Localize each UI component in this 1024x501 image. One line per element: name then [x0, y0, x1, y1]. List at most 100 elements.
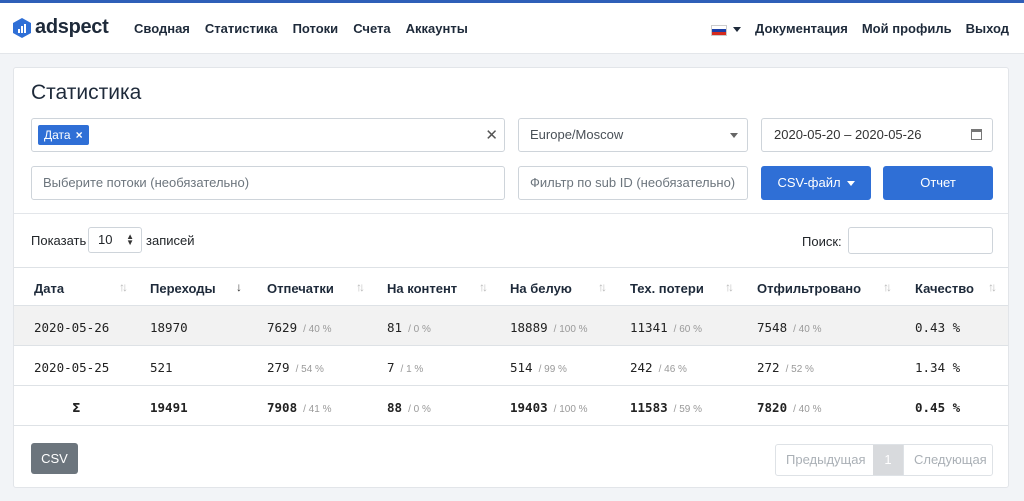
- search-input[interactable]: [848, 227, 993, 254]
- percent: / 100 %: [553, 404, 588, 415]
- nav-item-docs[interactable]: Документация: [755, 21, 848, 36]
- close-icon[interactable]: ✕: [485, 126, 498, 144]
- nav-item-profile[interactable]: Мой профиль: [862, 21, 952, 36]
- prev-page-button[interactable]: Предыдущая: [776, 445, 873, 475]
- nav-item-flows[interactable]: Потоки: [293, 21, 339, 36]
- percent: / 52 %: [785, 364, 814, 375]
- flows-placeholder: Выберите потоки (необязательно): [43, 175, 250, 190]
- value: 272: [757, 360, 780, 375]
- chevron-down-icon: [730, 133, 738, 138]
- main-nav: Сводная Статистика Потоки Счета Аккаунты: [134, 21, 483, 36]
- next-page-button[interactable]: Следующая: [903, 445, 992, 475]
- col-content[interactable]: На контент: [387, 281, 457, 296]
- percent: / 100 %: [553, 324, 588, 335]
- col-quality[interactable]: Качество: [915, 281, 974, 296]
- navbar: adspect Сводная Статистика Потоки Счета …: [0, 3, 1024, 54]
- cell-white: 18889 / 100 %: [510, 320, 588, 335]
- value: 7820: [757, 400, 788, 415]
- sort-icon[interactable]: ↑↓: [479, 280, 488, 294]
- sort-icon[interactable]: ↑↓: [725, 280, 734, 294]
- percent: / 59 %: [673, 404, 702, 415]
- nav-item-summary[interactable]: Сводная: [134, 21, 190, 36]
- col-clicks[interactable]: Переходы: [150, 281, 216, 296]
- nav-item-invoices[interactable]: Счета: [353, 21, 390, 36]
- percent: / 0 %: [408, 324, 431, 335]
- value: 81: [387, 320, 403, 335]
- sort-icon[interactable]: ↑↓: [883, 280, 892, 294]
- timezone-select[interactable]: Europe/Moscow: [518, 118, 748, 152]
- total-filtered: 7820 / 40 %: [757, 400, 821, 415]
- col-filtered[interactable]: Отфильтровано: [757, 281, 861, 296]
- search-label: Поиск:: [802, 234, 842, 249]
- group-by-field[interactable]: Дата × ✕: [31, 118, 505, 152]
- sort-icon[interactable]: ↑↓: [356, 280, 365, 294]
- sort-icon[interactable]: ↑↓: [119, 280, 128, 294]
- total-quality: 0.45 %: [915, 400, 961, 415]
- col-prints[interactable]: Отпечатки: [267, 281, 334, 296]
- value: 7: [387, 360, 395, 375]
- updown-icon: ▲ ▼: [126, 232, 134, 247]
- csv-label: CSV: [41, 451, 68, 466]
- current-page-button[interactable]: 1: [873, 445, 903, 475]
- cell-clicks: 18970: [150, 320, 188, 335]
- table-row: 2020-05-26 18970 7629 / 40 % 81 / 0 % 1888…: [14, 306, 1008, 346]
- value: 514: [510, 360, 533, 375]
- sort-icon[interactable]: ↑↓: [598, 280, 607, 294]
- nav-item-logout[interactable]: Выход: [966, 21, 1009, 36]
- col-white[interactable]: На белую: [510, 281, 572, 296]
- chevron-down-icon: [846, 181, 855, 187]
- russia-flag-icon[interactable]: [711, 25, 727, 36]
- total-content: 88 / 0 %: [387, 400, 431, 415]
- percent: / 1 %: [400, 364, 424, 375]
- page-size-select[interactable]: 10 ▲ ▼: [88, 227, 142, 253]
- table-header: Дата ↑↓ Переходы ↓ Отпечатки ↑↓ На конте…: [14, 267, 1008, 306]
- total-clicks: 19491: [150, 400, 188, 415]
- cell-quality: 0.43 %: [915, 320, 961, 335]
- cell-white: 514 / 99 %: [510, 360, 567, 375]
- flows-select[interactable]: Выберите потоки (необязательно): [31, 166, 505, 200]
- cell-date: 2020-05-25: [34, 360, 110, 375]
- col-date[interactable]: Дата: [34, 281, 64, 296]
- remove-tag-icon[interactable]: ×: [76, 125, 83, 145]
- sort-icon[interactable]: ↑↓: [988, 280, 997, 294]
- timezone-value: Europe/Moscow: [530, 127, 624, 142]
- percent: / 40 %: [793, 404, 822, 415]
- col-loss[interactable]: Тех. потери: [630, 281, 704, 296]
- sort-desc-icon[interactable]: ↓: [236, 280, 242, 294]
- cell-quality: 1.34 %: [915, 360, 961, 375]
- nav-item-statistics[interactable]: Статистика: [205, 21, 278, 36]
- value: 279: [267, 360, 290, 375]
- value: 18889: [510, 320, 548, 335]
- cell-filtered: 272 / 52 %: [757, 360, 814, 375]
- total-prints: 7908 / 41 %: [267, 400, 331, 415]
- cell-content: 7 / 1 %: [387, 360, 423, 375]
- csv-file-label: CSV-файл: [777, 175, 841, 190]
- table-total-row: Σ 19491 7908/ 41 % 88/ 0 % 19403/ 100 % …: [14, 386, 1008, 426]
- cell-date: 2020-05-26: [34, 320, 110, 335]
- user-nav: Документация Мой профиль Выход: [741, 21, 1009, 36]
- group-tag-label: Дата: [44, 128, 71, 142]
- cell-filtered: 7548 / 40 %: [757, 320, 821, 335]
- percent: / 60 %: [673, 324, 702, 335]
- csv-file-button[interactable]: CSV-файл: [761, 166, 871, 200]
- subid-filter-input[interactable]: Фильтр по sub ID (необязательно): [518, 166, 748, 200]
- divider: [14, 213, 1008, 214]
- date-range-input[interactable]: 2020-05-20 – 2020-05-26: [761, 118, 993, 152]
- nav-item-accounts[interactable]: Аккаунты: [406, 21, 468, 36]
- value: 7548: [757, 320, 788, 335]
- page-title: Статистика: [31, 81, 142, 104]
- show-label: Показать: [31, 233, 87, 248]
- calendar-icon[interactable]: [971, 129, 982, 140]
- logo[interactable]: adspect: [13, 16, 109, 39]
- chevron-down-icon[interactable]: [733, 27, 741, 32]
- pagination: Предыдущая 1 Следующая: [775, 444, 993, 476]
- percent: / 54 %: [295, 364, 324, 375]
- percent: / 0 %: [408, 404, 431, 415]
- report-label: Отчет: [920, 175, 956, 190]
- csv-export-button[interactable]: CSV: [31, 443, 78, 474]
- date-range-value: 2020-05-20 – 2020-05-26: [774, 127, 922, 142]
- cell-content: 81 / 0 %: [387, 320, 431, 335]
- stats-table: Дата ↑↓ Переходы ↓ Отпечатки ↑↓ На конте…: [14, 267, 1008, 426]
- report-button[interactable]: Отчет: [883, 166, 993, 200]
- group-tag: Дата ×: [38, 125, 89, 145]
